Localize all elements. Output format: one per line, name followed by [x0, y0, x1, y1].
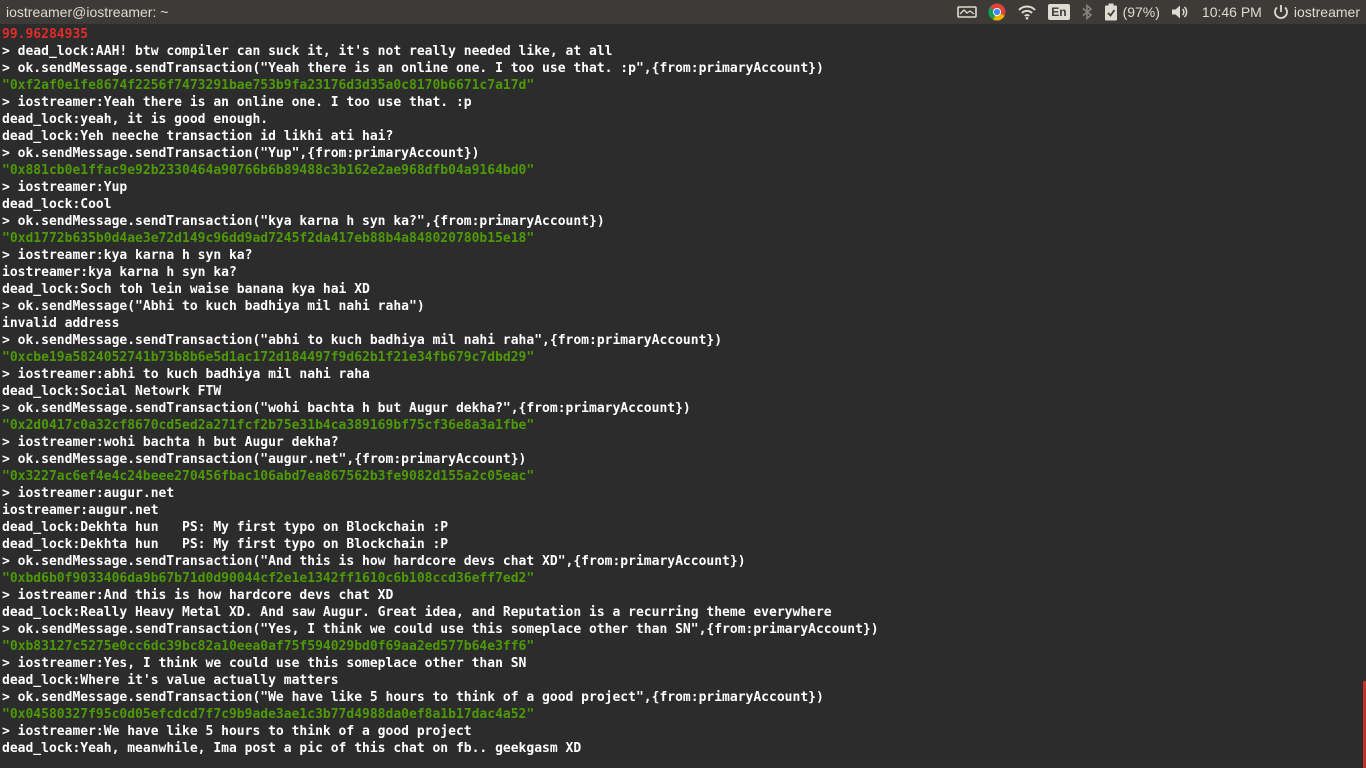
bluetooth-icon[interactable] [1081, 0, 1093, 24]
terminal-line: dead_lock:Really Heavy Metal XD. And saw… [2, 605, 832, 620]
chrome-icon[interactable] [988, 0, 1006, 24]
terminal-line: > ok.sendMessage.sendTransaction("augur.… [2, 452, 527, 467]
terminal-line: "0xf2af0e1fe8674f2256f7473291bae753b9fa2… [2, 78, 535, 93]
user-name: iostreamer [1293, 4, 1360, 20]
terminal-line: "0x2d0417c0a32cf8670cd5ed2a271fcf2b75e31… [2, 418, 535, 433]
terminal-line: > ok.sendMessage.sendTransaction("And th… [2, 554, 746, 569]
terminal-line: iostreamer:kya karna h syn ka? [2, 265, 237, 280]
terminal-line: dead_lock:Dekhta hun PS: My first typo o… [2, 537, 449, 552]
terminal-line: > dead_lock:AAH! btw compiler can suck i… [2, 44, 613, 59]
terminal-line: > ok.sendMessage.sendTransaction("wohi b… [2, 401, 691, 416]
terminal-line: > iostreamer:augur.net [2, 486, 175, 501]
terminal-line: > ok.sendMessage("Abhi to kuch badhiya m… [2, 299, 425, 314]
terminal-line: > iostreamer:And this is how hardcore de… [2, 588, 394, 603]
terminal-line: dead_lock:yeah, it is good enough. [2, 112, 269, 127]
terminal-line: dead_lock:Yeh neeche transaction id likh… [2, 129, 394, 144]
terminal-line: "0x3227ac6ef4e4c24beee270456fbac106abd7e… [2, 469, 535, 484]
terminal-line: > ok.sendMessage.sendTransaction("Yes, I… [2, 622, 879, 637]
battery-percent: (97%) [1122, 4, 1160, 20]
terminal-line: "0x04580327f95c0d05efcdcd7f7c9b9ade3ae1c… [2, 707, 535, 722]
terminal-line: > iostreamer:Yup [2, 180, 128, 195]
battery-icon[interactable]: (97%) [1104, 0, 1160, 24]
terminal-line: > iostreamer:abhi to kuch badhiya mil na… [2, 367, 370, 382]
terminal-line: dead_lock:Yeah, meanwhile, Ima post a pi… [2, 741, 582, 756]
keyboard-layout-indicator[interactable]: En [1048, 0, 1070, 24]
window-title: iostreamer@iostreamer: ~ [6, 4, 169, 20]
terminal-line: "0xbd6b0f9033406da9b67b71d0d90044cf2e1e1… [2, 571, 535, 586]
terminal-line: invalid address [2, 316, 120, 331]
terminal-line: "0xd1772b635b0d4ae3e72d149c96dd9ad7245f2… [2, 231, 535, 246]
indicator-area: En (97%) 10:46 PM iostreamer [946, 0, 1366, 24]
terminal-line: > iostreamer:kya karna h syn ka? [2, 248, 253, 263]
terminal-line: 99.96284935 [2, 27, 89, 42]
terminal-line: dead_lock:Where it's value actually matt… [2, 673, 339, 688]
terminal-line: "0xcbe19a5824052741b73b8b6e5d1ac172d1844… [2, 350, 535, 365]
terminal-line: dead_lock:Soch toh lein waise banana kya… [2, 282, 370, 297]
terminal-line: > ok.sendMessage.sendTransaction("abhi t… [2, 333, 723, 348]
terminal-line: dead_lock:Social Netowrk FTW [2, 384, 222, 399]
terminal-line: > ok.sendMessage.sendTransaction("Yup",{… [2, 146, 480, 161]
terminal-line: > iostreamer:Yeah there is an online one… [2, 95, 472, 110]
session-menu[interactable]: iostreamer [1273, 0, 1360, 24]
terminal-line: "0x881cb0e1ffac9e92b2330464a90766b6b8948… [2, 163, 535, 178]
volume-icon[interactable] [1171, 0, 1191, 24]
drive-icon[interactable] [957, 0, 978, 24]
clock[interactable]: 10:46 PM [1202, 0, 1262, 24]
terminal-line: "0xb83127c5275e0cc6dc39bc82a10eea0af75f5… [2, 639, 535, 654]
terminal-window[interactable]: 99.96284935 > dead_lock:AAH! btw compiler… [0, 24, 1366, 768]
power-icon [1274, 5, 1288, 19]
top-panel: iostreamer@iostreamer: ~ En (97%) 10:46 … [0, 0, 1366, 24]
terminal-line: iostreamer:augur.net [2, 503, 159, 518]
terminal-line: dead_lock:Cool [2, 197, 112, 212]
terminal-line: > ok.sendMessage.sendTransaction("Yeah t… [2, 61, 824, 76]
keyboard-layout-label: En [1048, 4, 1070, 20]
terminal-line: dead_lock:Dekhta hun PS: My first typo o… [2, 520, 449, 535]
terminal-line: > iostreamer:We have like 5 hours to thi… [2, 724, 472, 739]
wifi-icon[interactable] [1017, 0, 1037, 24]
terminal-line: > ok.sendMessage.sendTransaction("We hav… [2, 690, 824, 705]
terminal-line: > iostreamer:Yes, I think we could use t… [2, 656, 527, 671]
terminal-line: > iostreamer:wohi bachta h but Augur dek… [2, 435, 339, 450]
terminal-line: > ok.sendMessage.sendTransaction("kya ka… [2, 214, 605, 229]
